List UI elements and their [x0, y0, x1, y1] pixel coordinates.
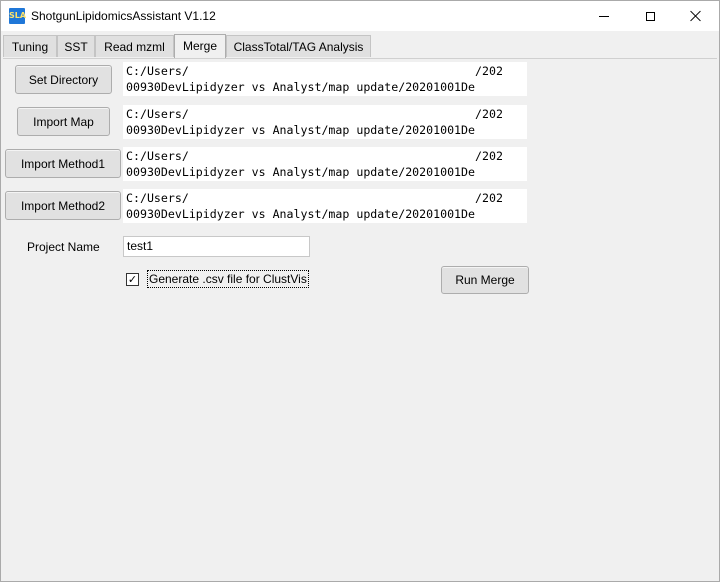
tab-panel-border	[3, 58, 717, 59]
maximize-button[interactable]	[627, 1, 673, 31]
set-directory-button[interactable]: Set Directory	[15, 65, 112, 94]
map-path-line2: 00930DevLipidyzer vs Analyst/map update/…	[126, 123, 476, 137]
window-title: ShotgunLipidomicsAssistant V1.12	[31, 9, 216, 23]
run-merge-button[interactable]: Run Merge	[441, 266, 529, 294]
map-path-display: C:/Users/ /202 00930DevLipidyzer vs Anal…	[123, 105, 527, 139]
csv-checkbox[interactable]: ✓	[126, 273, 139, 286]
tab-classtotal-tag-analysis[interactable]: ClassTotal/TAG Analysis	[226, 35, 371, 57]
tab-sst[interactable]: SST	[57, 35, 95, 57]
minimize-icon	[599, 15, 609, 17]
app-icon: SLA	[9, 8, 26, 24]
import-map-button[interactable]: Import Map	[17, 107, 110, 136]
directory-path-line1: C:/Users/ /202	[126, 64, 503, 78]
maximize-icon	[645, 11, 655, 21]
app-window: SLA ShotgunLipidomicsAssistant V1.12 Tun…	[0, 0, 720, 582]
directory-path-display: C:/Users/ /202 00930DevLipidyzer vs Anal…	[123, 62, 527, 96]
method1-path-display: C:/Users/ /202 00930DevLipidyzer vs Anal…	[123, 147, 527, 181]
method1-path-line2: 00930DevLipidyzer vs Analyst/map update/…	[126, 165, 476, 179]
method2-path-line1: C:/Users/ /202	[126, 191, 503, 205]
close-button[interactable]	[673, 1, 719, 31]
project-name-label: Project Name	[27, 240, 100, 254]
method1-path-line1: C:/Users/ /202	[126, 149, 503, 163]
csv-checkbox-label[interactable]: Generate .csv file for ClustVis	[147, 270, 309, 288]
import-method1-button[interactable]: Import Method1	[5, 149, 121, 178]
close-icon	[690, 10, 702, 22]
minimize-button[interactable]	[581, 1, 627, 31]
title-bar[interactable]: SLA ShotgunLipidomicsAssistant V1.12	[1, 1, 719, 31]
tab-read-mzml[interactable]: Read mzml	[95, 35, 174, 57]
tab-bar: Tuning SST Read mzml Merge ClassTotal/TA…	[3, 34, 717, 59]
tab-tuning[interactable]: Tuning	[3, 35, 57, 57]
tab-merge[interactable]: Merge	[174, 34, 226, 58]
project-name-input[interactable]: test1	[123, 236, 310, 257]
method2-path-display: C:/Users/ /202 00930DevLipidyzer vs Anal…	[123, 189, 527, 223]
map-path-line1: C:/Users/ /202	[126, 107, 503, 121]
import-method2-button[interactable]: Import Method2	[5, 191, 121, 220]
directory-path-line2: 00930DevLipidyzer vs Analyst/map update/…	[126, 80, 476, 94]
method2-path-line2: 00930DevLipidyzer vs Analyst/map update/…	[126, 207, 476, 221]
